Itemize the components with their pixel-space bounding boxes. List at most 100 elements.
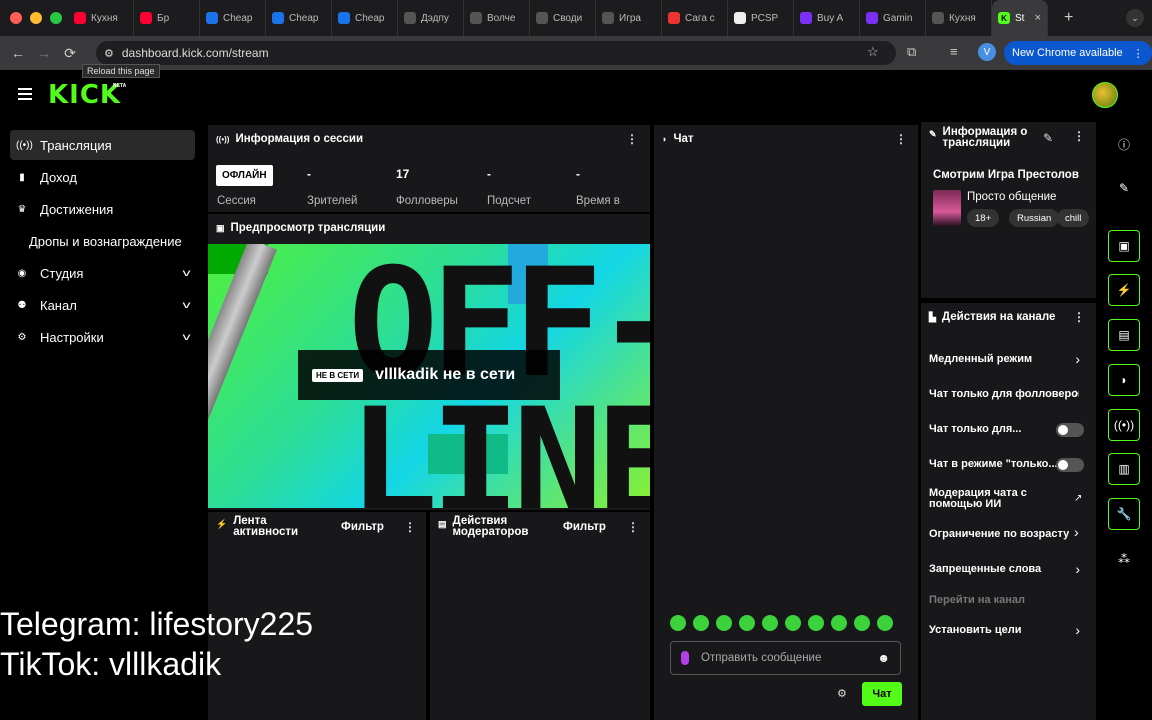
preview-widget-icon[interactable]: ▣ <box>1108 230 1140 262</box>
emote-icon[interactable] <box>693 615 709 631</box>
tab-title: Сага с <box>685 12 715 24</box>
new-tab-button[interactable]: + <box>1064 9 1073 27</box>
forward-arrow-icon[interactable]: → <box>31 45 57 61</box>
edit-pencil-icon[interactable]: ✎ <box>1108 172 1140 204</box>
extensions-puzzle-icon[interactable]: ⧉ <box>907 44 916 60</box>
action-followers-only[interactable]: Чат только для фолловеров <box>929 388 1079 400</box>
info-icon[interactable]: ⓘ <box>1108 128 1140 160</box>
sidebar-item-settings[interactable]: ⚙ Настройки v <box>10 322 195 352</box>
stat-label: Зрителей <box>307 195 358 207</box>
chat-send-button[interactable]: Чат <box>862 682 902 706</box>
browser-tab[interactable]: Buy A <box>794 0 860 36</box>
action-slow-mode[interactable]: Медленный режим › <box>929 353 1094 365</box>
emote-icon[interactable] <box>670 615 686 631</box>
reload-icon[interactable]: ⟳ <box>57 45 83 62</box>
microphone-icon[interactable] <box>681 651 689 665</box>
emote-icon[interactable] <box>785 615 801 631</box>
toggle-switch[interactable] <box>1056 423 1084 437</box>
emote-icon[interactable] <box>808 615 824 631</box>
more-options-icon[interactable]: ⋮ <box>1073 129 1085 143</box>
browser-tab[interactable]: Cheap <box>266 0 332 36</box>
kick-header: KICK BETA <box>0 70 1152 122</box>
action-go-to-channel[interactable]: Перейти на канал <box>929 594 1094 606</box>
stream-category[interactable]: Просто общение <box>967 191 1056 203</box>
notes-icon[interactable]: ▤ <box>1108 319 1140 351</box>
media-queue-icon[interactable]: ≡ <box>950 44 958 59</box>
bookmark-star-icon[interactable]: ☆ <box>867 44 879 60</box>
browser-tab[interactable]: PCSP <box>728 0 794 36</box>
sidebar-item-revenue[interactable]: ▮ Доход <box>10 162 195 192</box>
chevron-right-icon[interactable]: › <box>1074 384 1079 400</box>
more-options-icon[interactable]: ⋮ <box>895 132 907 146</box>
sidebar-item-achievements[interactable]: ♛ Достижения <box>10 194 195 224</box>
emote-icon[interactable] <box>739 615 755 631</box>
offline-message: vlllkadik не в сети <box>375 366 516 383</box>
panel-header: ▤ Действия модераторов <box>438 515 543 538</box>
emote-icon[interactable] <box>877 615 893 631</box>
more-options-icon[interactable]: ⋮ <box>404 520 416 534</box>
minimize-window-button[interactable] <box>30 12 42 24</box>
hamburger-menu-icon[interactable] <box>18 88 32 100</box>
emote-icon[interactable] <box>854 615 870 631</box>
chrome-update-button[interactable]: New Chrome available ⋮ <box>1004 41 1152 65</box>
wrench-icon[interactable]: 🔧 <box>1108 498 1140 530</box>
more-options-icon[interactable]: ⋮ <box>627 520 639 534</box>
hat-icon <box>932 12 944 24</box>
edit-pencil-icon[interactable]: ✎ <box>1043 131 1053 145</box>
browser-tab[interactable]: Своди <box>530 0 596 36</box>
browser-tab[interactable]: Gamin <box>860 0 926 36</box>
toggle-switch[interactable] <box>1056 458 1084 472</box>
external-link-icon[interactable]: ↗ <box>1074 493 1082 504</box>
chat-settings-gear-icon[interactable]: ⚙ <box>837 687 847 700</box>
browser-tab[interactable]: Сага с <box>662 0 728 36</box>
action-set-goals[interactable]: Установить цели › <box>929 624 1094 636</box>
tag-chip[interactable]: chill <box>1057 209 1090 227</box>
emote-icon[interactable] <box>831 615 847 631</box>
tag-chip[interactable]: 18+ <box>967 209 1000 227</box>
emoji-icon[interactable]: ☻ <box>877 651 890 665</box>
kick-logo[interactable]: KICK <box>48 80 121 110</box>
browser-tab[interactable]: Cheap <box>332 0 398 36</box>
emote-icon[interactable] <box>716 615 732 631</box>
filter-button[interactable]: Фильтр <box>341 521 384 533</box>
action-banned-words[interactable]: Запрещенные слова › <box>929 563 1094 575</box>
action-ai-moderation[interactable]: Модерация чата с помощью ИИ <box>929 488 1069 510</box>
action-emote-only[interactable]: Чат в режиме "только... <box>929 458 1059 470</box>
browser-tab[interactable]: Кухня <box>926 0 992 36</box>
address-bar[interactable]: ⚙ dashboard.kick.com/stream <box>96 41 896 65</box>
profile-avatar[interactable]: V <box>978 43 996 61</box>
chat-bubble-icon[interactable]: ◗ <box>1108 364 1140 396</box>
tag-chip[interactable]: Russian <box>1009 209 1060 227</box>
back-arrow-icon[interactable]: ← <box>5 45 31 61</box>
tab-active[interactable]: K St × <box>992 0 1048 36</box>
panel-title: Действия на канале <box>941 311 1056 323</box>
zoom-window-button[interactable] <box>50 12 62 24</box>
beta-label: BETA <box>113 83 127 89</box>
more-options-icon[interactable]: ⋮ <box>626 132 638 146</box>
browser-tab[interactable]: Бр <box>134 0 200 36</box>
layout-icon[interactable]: ▥ <box>1108 453 1140 485</box>
nodes-icon[interactable]: ⁂ <box>1108 543 1140 575</box>
filter-button[interactable]: Фильтр <box>563 521 606 533</box>
close-tab-icon[interactable]: × <box>1035 12 1041 24</box>
browser-tab[interactable]: Волче <box>464 0 530 36</box>
broadcast-icon[interactable]: ((•)) <box>1108 409 1140 441</box>
browser-tab[interactable]: Игра <box>596 0 662 36</box>
sidebar-item-drops[interactable]: Дропы и вознаграждение <box>10 226 195 256</box>
browser-tab[interactable]: Кухня <box>68 0 134 36</box>
chat-message-input[interactable]: Отправить сообщение ☻ <box>670 641 901 675</box>
close-window-button[interactable] <box>10 12 22 24</box>
sidebar-item-studio[interactable]: ◉ Студия v <box>10 258 195 288</box>
emote-icon[interactable] <box>762 615 778 631</box>
lightning-icon[interactable]: ⚡ <box>1108 274 1140 306</box>
more-options-icon[interactable]: ⋮ <box>1073 310 1085 324</box>
action-age-restriction[interactable]: Ограничение по возрасту <box>929 528 1069 540</box>
sidebar-item-channel[interactable]: ⚉ Канал v <box>10 290 195 320</box>
tab-search-chevron-icon[interactable]: ⌄ <box>1126 9 1144 27</box>
sidebar-item-stream[interactable]: ((•)) Трансляция <box>10 130 195 160</box>
user-avatar[interactable] <box>1092 82 1118 108</box>
browser-tab[interactable]: Cheap <box>200 0 266 36</box>
site-info-icon[interactable]: ⚙ <box>104 47 114 60</box>
browser-tab[interactable]: Дэдпу <box>398 0 464 36</box>
chevron-right-icon[interactable]: › <box>1074 524 1079 540</box>
